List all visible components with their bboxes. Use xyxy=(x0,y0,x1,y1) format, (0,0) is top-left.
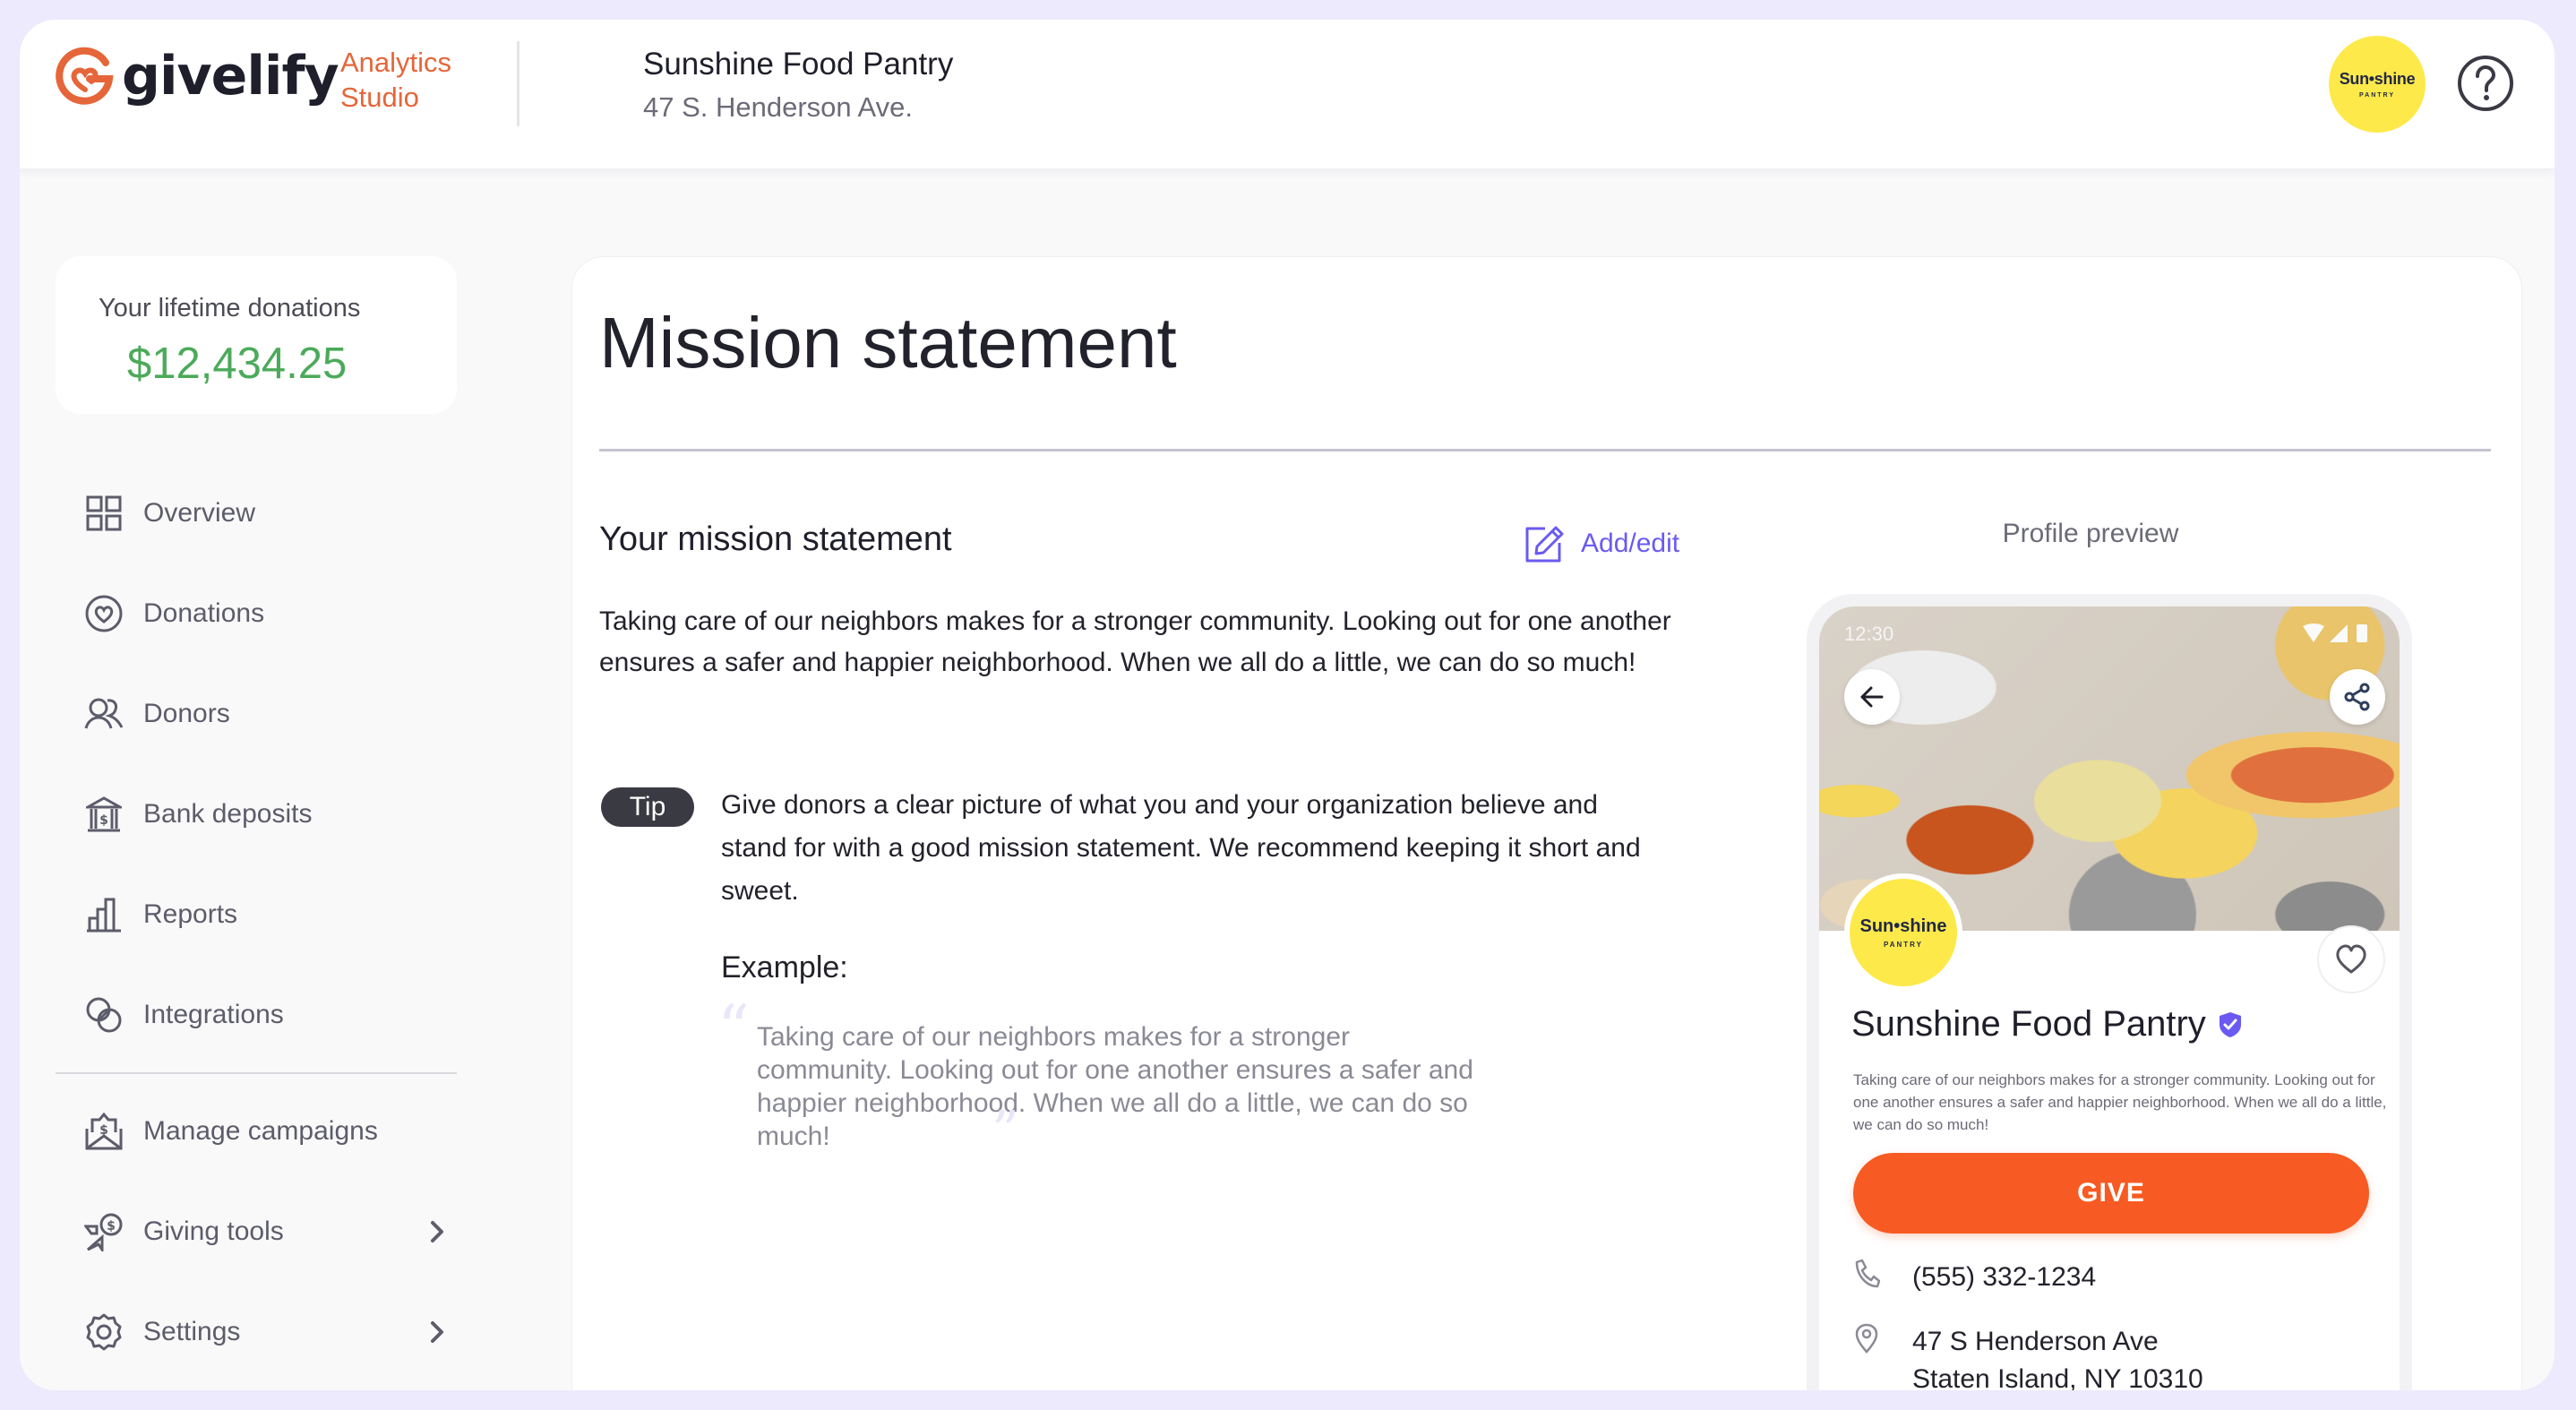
organization-avatar[interactable]: Sun•shine PANTRY xyxy=(2329,36,2426,133)
brand-name: givelify xyxy=(122,45,339,107)
svg-text:$: $ xyxy=(99,813,108,828)
battery-icon xyxy=(2357,624,2367,642)
sidebar-item-overview[interactable]: Overview xyxy=(84,486,451,540)
help-circle-icon[interactable] xyxy=(2456,54,2515,113)
heart-circle-icon xyxy=(84,594,124,633)
sidebar-item-label: Manage campaigns xyxy=(143,1116,378,1146)
users-icon xyxy=(84,694,124,734)
address-line2: Staten Island, NY 10310 xyxy=(1912,1364,2203,1390)
grid-icon xyxy=(84,494,124,533)
header-divider xyxy=(517,41,519,126)
edit-icon xyxy=(1525,526,1564,563)
sidebar-item-giving-tools[interactable]: $ Giving tools xyxy=(84,1205,451,1259)
sidebar-item-donations[interactable]: Donations xyxy=(84,587,451,641)
status-bar-time: 12:30 xyxy=(1844,623,1894,645)
location-pin-icon xyxy=(1855,1323,1878,1354)
mission-statement-text: Taking care of our neighbors makes for a… xyxy=(599,606,1671,677)
lifetime-donations-card: Your lifetime donations $12,434.25 xyxy=(56,256,457,414)
give-button[interactable]: GIVE xyxy=(1853,1153,2369,1234)
sidebar-item-label: Bank deposits xyxy=(143,799,313,829)
profile-preview-phone: 12:30 Sun•shine PANTRY Sunshine Food Pan… xyxy=(1807,594,2412,1390)
app-frame: givelify Analytics Studio Sunshine Food … xyxy=(20,20,2555,1390)
chevron-right-icon xyxy=(431,1221,443,1242)
phone-org-name: Sunshine Food Pantry xyxy=(1851,1004,2242,1045)
lifetime-donations-value: $12,434.25 xyxy=(127,340,348,388)
giving-tools-icon: $ xyxy=(84,1212,124,1251)
organization-logo: Sun•shine PANTRY xyxy=(1844,873,1962,992)
org-logo-text-line1: Sun•shine xyxy=(1859,916,1947,936)
organization-address: 47 S. Henderson Ave. xyxy=(643,91,914,123)
title-divider xyxy=(599,449,2491,451)
sidebar-item-integrations[interactable]: Integrations xyxy=(84,988,451,1042)
close-quote-icon: ” xyxy=(992,1100,1019,1163)
back-button[interactable] xyxy=(1844,669,1900,725)
page-title: Mission statement xyxy=(599,303,1177,383)
favorite-button[interactable] xyxy=(2317,925,2385,993)
share-icon xyxy=(2344,683,2370,711)
svg-text:$: $ xyxy=(107,1219,116,1234)
sidebar-item-label: Overview xyxy=(143,498,256,528)
share-button[interactable] xyxy=(2330,669,2385,725)
givelify-logo-icon xyxy=(56,47,114,105)
sidebar-item-label: Integrations xyxy=(143,1000,284,1029)
sidebar-item-donors[interactable]: Donors xyxy=(84,687,451,741)
avatar-text-line2: PANTRY xyxy=(2359,92,2395,99)
gear-icon xyxy=(84,1312,124,1352)
phone-number: (555) 332-1234 xyxy=(1912,1262,2097,1292)
phone-screen: 12:30 Sun•shine PANTRY Sunshine Food Pan… xyxy=(1819,606,2400,1390)
signal-icon xyxy=(2330,624,2348,642)
arrow-left-icon xyxy=(1860,686,1884,708)
svg-text:$: $ xyxy=(99,1123,108,1138)
top-header: givelify Analytics Studio Sunshine Food … xyxy=(20,20,2555,168)
address-row: 47 S Henderson Ave Staten Island, NY 103… xyxy=(1853,1323,2203,1390)
sidebar-item-bank-deposits[interactable]: $ Bank deposits xyxy=(84,787,451,841)
envelope-dollar-icon: $ xyxy=(84,1112,124,1151)
section-title: Your mission statement xyxy=(599,520,952,558)
sidebar-item-manage-campaigns[interactable]: $ Manage campaigns xyxy=(84,1105,451,1158)
lifetime-donations-label: Your lifetime donations xyxy=(99,294,361,322)
sidebar-item-label: Giving tools xyxy=(143,1217,284,1246)
bank-icon: $ xyxy=(84,795,124,834)
main-content-card: Mission statement Your mission statement… xyxy=(571,256,2522,1390)
wifi-icon xyxy=(2303,623,2324,642)
phone-org-name-text: Sunshine Food Pantry xyxy=(1851,1004,2206,1044)
bar-chart-icon xyxy=(84,895,124,934)
status-bar-icons xyxy=(2303,623,2367,642)
organization-name: Sunshine Food Pantry xyxy=(643,47,954,82)
address-line1: 47 S Henderson Ave xyxy=(1912,1327,2159,1356)
product-name-line1: Analytics xyxy=(340,47,452,78)
add-edit-button[interactable]: Add/edit xyxy=(1524,523,1679,564)
add-edit-label: Add/edit xyxy=(1581,529,1680,558)
verified-badge-icon xyxy=(2219,1011,2241,1037)
avatar-text-line1: Sun•shine xyxy=(2339,70,2416,88)
sidebar-item-settings[interactable]: Settings xyxy=(84,1305,451,1359)
open-quote-icon: “ xyxy=(717,992,750,1065)
sidebar-item-label: Settings xyxy=(143,1317,241,1346)
integrations-icon xyxy=(84,995,124,1035)
example-label: Example: xyxy=(721,950,848,984)
address: 47 S Henderson Ave Staten Island, NY 103… xyxy=(1912,1323,2203,1390)
tip-text: Give donors a clear picture of what you … xyxy=(721,790,1641,906)
phone-number-row: (555) 332-1234 xyxy=(1853,1259,2096,1296)
org-logo-text-line2: PANTRY xyxy=(1884,941,1923,949)
product-name: Analytics Studio xyxy=(340,45,451,115)
chevron-right-icon xyxy=(431,1321,443,1343)
phone-icon xyxy=(1855,1259,1880,1288)
tip-badge: Tip xyxy=(601,787,694,827)
example-mission-text: Taking care of our neighbors makes for a… xyxy=(757,1022,1473,1151)
sidebar-item-label: Reports xyxy=(143,899,238,929)
givelify-logo[interactable]: givelify xyxy=(54,45,339,107)
sidebar-item-reports[interactable]: Reports xyxy=(84,888,451,941)
sidebar-item-label: Donations xyxy=(143,598,265,628)
sidebar-divider xyxy=(56,1072,457,1074)
profile-preview-label: Profile preview xyxy=(2002,519,2179,548)
product-name-line2: Studio xyxy=(340,82,419,113)
heart-icon xyxy=(2336,944,2366,974)
sidebar-item-label: Donors xyxy=(143,699,230,728)
phone-mission-text: Taking care of our neighbors makes for a… xyxy=(1853,1071,2387,1133)
